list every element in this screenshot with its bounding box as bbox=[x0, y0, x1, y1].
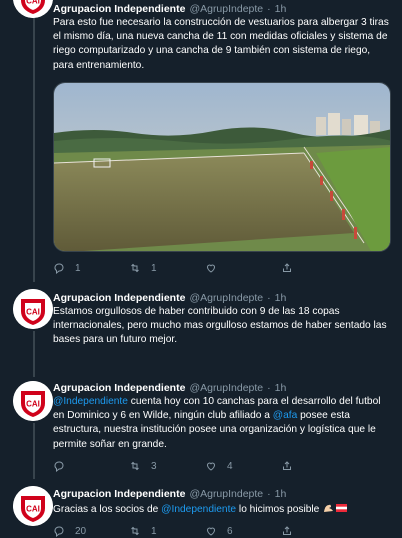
like-button[interactable] bbox=[205, 262, 281, 274]
author-handle[interactable]: @AgrupIndepte bbox=[189, 292, 263, 304]
share-button[interactable] bbox=[281, 460, 357, 472]
author-name[interactable]: Agrupacion Independiente bbox=[53, 3, 185, 15]
tweet-text: Estamos orgullosos de haber contribuido … bbox=[53, 306, 387, 346]
club-crest-icon: CAI bbox=[13, 381, 53, 421]
like-button[interactable]: 6 bbox=[205, 525, 281, 537]
share-button[interactable] bbox=[281, 525, 357, 537]
like-count: 6 bbox=[227, 525, 233, 537]
like-count: 4 bbox=[227, 460, 233, 472]
tweet-text: @Independiente cuenta hoy con 10 canchas… bbox=[53, 395, 393, 452]
svg-text:CAI: CAI bbox=[26, 308, 40, 317]
retweet-count: 1 bbox=[151, 525, 157, 537]
separator: · bbox=[267, 292, 271, 304]
like-button[interactable]: 4 bbox=[205, 460, 281, 472]
club-crest-icon: CAI bbox=[13, 289, 53, 329]
author-handle[interactable]: @AgrupIndepte bbox=[189, 3, 263, 15]
share-icon bbox=[283, 461, 291, 470]
retweet-count: 1 bbox=[151, 262, 157, 274]
reply-button[interactable]: 20 bbox=[53, 525, 129, 537]
svg-text:CAI: CAI bbox=[26, 400, 40, 409]
heart-icon bbox=[206, 462, 216, 471]
thread-line bbox=[33, 2, 35, 282]
tweet-text-segment: Gracias a los socios de bbox=[53, 504, 162, 515]
stadium-photo bbox=[54, 83, 390, 251]
svg-text:CAI: CAI bbox=[26, 505, 40, 514]
share-icon bbox=[283, 526, 291, 535]
reply-icon bbox=[54, 461, 64, 472]
thread-line bbox=[33, 423, 35, 479]
author-name[interactable]: Agrupacion Independiente bbox=[53, 382, 185, 394]
retweet-count: 3 bbox=[151, 460, 157, 472]
reply-count: 1 bbox=[75, 262, 81, 274]
flexed-biceps-austria-flag-emoji bbox=[322, 502, 348, 519]
separator: · bbox=[267, 382, 271, 394]
mention-link[interactable]: @Independiente bbox=[161, 504, 236, 515]
separator: · bbox=[267, 488, 271, 500]
reply-icon bbox=[54, 263, 64, 274]
retweet-icon bbox=[131, 263, 139, 273]
reply-button[interactable] bbox=[53, 460, 129, 472]
mention-link[interactable]: @Independiente bbox=[53, 396, 128, 407]
avatar[interactable]: CAI bbox=[13, 381, 53, 421]
reply-icon bbox=[54, 526, 64, 537]
share-icon bbox=[283, 263, 291, 272]
avatar[interactable]: CAI bbox=[13, 289, 53, 329]
tweet-media-image[interactable] bbox=[53, 82, 391, 252]
svg-text:CAI: CAI bbox=[26, 0, 40, 6]
heart-icon bbox=[206, 527, 216, 536]
separator: · bbox=[267, 3, 271, 15]
heart-icon bbox=[206, 264, 216, 273]
mention-link[interactable]: @afa bbox=[273, 410, 298, 421]
reply-count: 20 bbox=[75, 525, 87, 537]
share-button[interactable] bbox=[281, 262, 357, 274]
tweet-text: Gracias a los socios de @Independiente l… bbox=[53, 502, 393, 519]
retweet-icon bbox=[131, 461, 139, 471]
club-crest-icon: CAI bbox=[13, 486, 53, 526]
retweet-button[interactable]: 3 bbox=[129, 460, 205, 472]
author-handle[interactable]: @AgrupIndepte bbox=[189, 488, 263, 500]
author-name[interactable]: Agrupacion Independiente bbox=[53, 488, 185, 500]
club-crest-icon: CAI bbox=[13, 0, 53, 18]
timestamp[interactable]: 1h bbox=[275, 292, 287, 304]
timestamp[interactable]: 1h bbox=[275, 488, 287, 500]
avatar[interactable]: CAI bbox=[13, 0, 53, 18]
retweet-icon bbox=[131, 526, 139, 536]
retweet-button[interactable]: 1 bbox=[129, 525, 205, 537]
timestamp[interactable]: 1h bbox=[275, 3, 287, 15]
author-name[interactable]: Agrupacion Independiente bbox=[53, 292, 185, 304]
thread-line bbox=[33, 331, 35, 377]
avatar[interactable]: CAI bbox=[13, 486, 53, 526]
tweet-text: Para esto fue necesario la construcción … bbox=[53, 17, 389, 71]
author-handle[interactable]: @AgrupIndepte bbox=[189, 382, 263, 394]
reply-button[interactable]: 1 bbox=[53, 262, 129, 274]
tweet-timeline: CAI Agrupacion Independiente @AgrupIndep… bbox=[0, 0, 402, 538]
timestamp[interactable]: 1h bbox=[275, 382, 287, 394]
retweet-button[interactable]: 1 bbox=[129, 262, 205, 274]
tweet-text-segment: lo hicimos posible bbox=[236, 504, 323, 515]
